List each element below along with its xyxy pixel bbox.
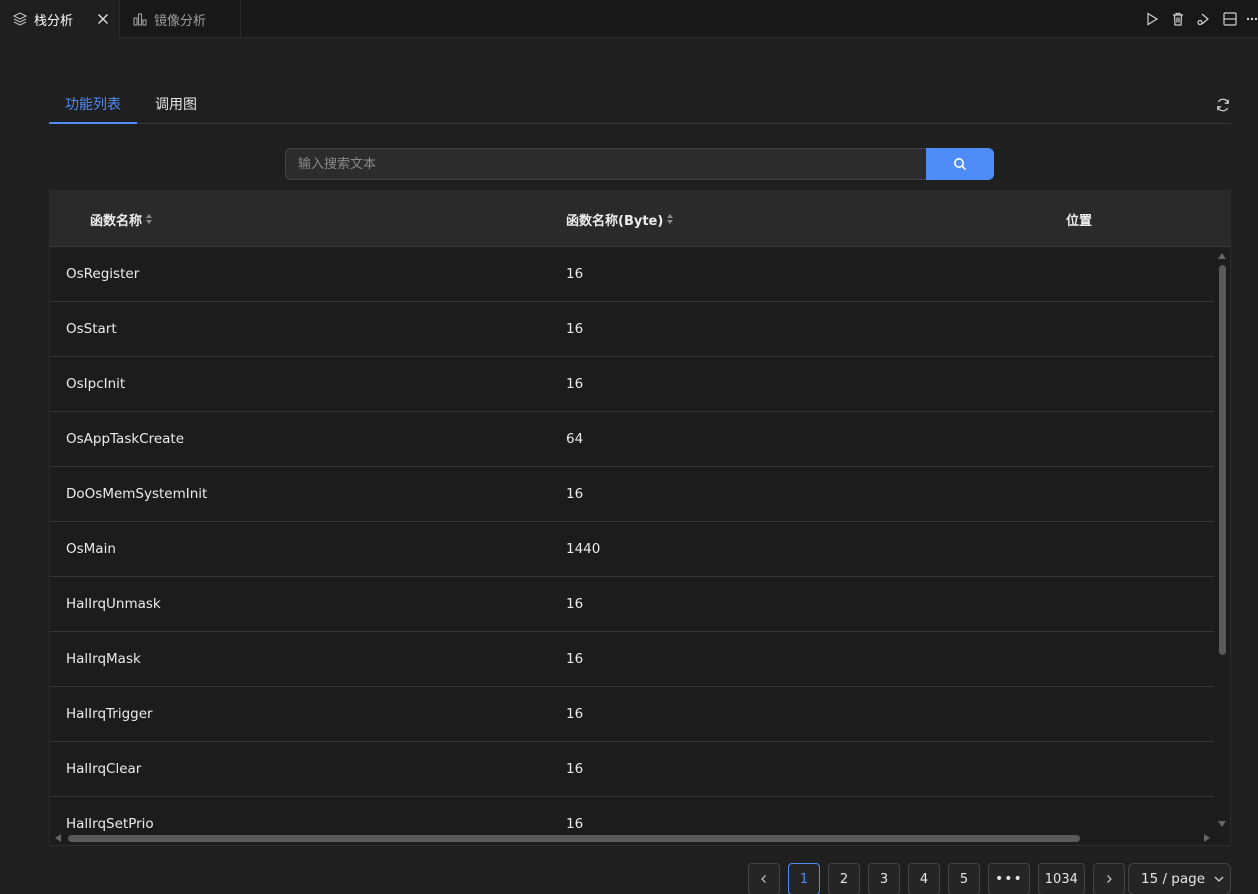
horizontal-scrollbar[interactable] — [50, 831, 1230, 845]
sort-icon[interactable] — [146, 214, 153, 224]
table-header: 函数名称 函数名称(Byte) 位置 — [50, 191, 1230, 247]
cell-size: 1440 — [566, 541, 601, 557]
table-row[interactable]: OsAppTaskCreate 64 — [50, 412, 1216, 467]
cell-function-name: OsAppTaskCreate — [66, 431, 185, 447]
cell-function-name: HalIrqMask — [66, 651, 141, 667]
run-icon[interactable] — [1144, 11, 1160, 27]
page-button-2[interactable]: 2 — [828, 863, 860, 894]
next-page-button[interactable] — [1092, 863, 1125, 894]
page-size-value: 15 / page — [1141, 871, 1206, 887]
cell-size: 16 — [566, 321, 584, 337]
cell-function-name: OsMain — [66, 541, 116, 557]
cell-size: 16 — [566, 266, 584, 282]
tab-label: 栈分析 — [34, 13, 74, 29]
cell-size: 16 — [566, 486, 584, 502]
page-button-5[interactable]: 5 — [948, 863, 980, 894]
table-row[interactable]: HalIrqMask 16 — [50, 632, 1216, 687]
cell-function-name: OsIpcInit — [66, 376, 126, 392]
cell-size: 16 — [566, 596, 584, 612]
cell-function-name: HalIrqUnmask — [66, 596, 161, 612]
cell-size: 64 — [566, 431, 584, 447]
cell-size: 16 — [566, 706, 584, 722]
cell-function-name: OsStart — [66, 321, 117, 337]
cell-size: 16 — [566, 376, 584, 392]
page-button-last[interactable]: 1034 — [1037, 863, 1085, 894]
chevron-down-icon — [1213, 873, 1225, 885]
page-button-3[interactable]: 3 — [868, 863, 900, 894]
scroll-right-icon[interactable] — [1204, 834, 1210, 842]
scrollbar-thumb[interactable] — [1219, 265, 1226, 655]
editor-tab-bar: 栈分析 镜像分析 — [0, 0, 1258, 38]
function-table: 函数名称 函数名称(Byte) 位置 OsRegister 16 OsStart 1… — [49, 190, 1231, 846]
prev-page-button[interactable] — [748, 863, 780, 894]
tab-call-graph[interactable]: 调用图 — [139, 88, 213, 124]
cell-function-name: DoOsMemSystemInit — [66, 486, 208, 502]
column-header-function-name[interactable]: 函数名称 — [90, 191, 153, 247]
editor-actions — [1134, 11, 1258, 27]
split-editor-icon[interactable] — [1222, 11, 1238, 27]
layers-icon — [12, 11, 28, 27]
search-bar — [285, 148, 994, 180]
close-icon[interactable] — [95, 11, 111, 27]
search-icon — [953, 157, 967, 171]
cell-function-name: HalIrqClear — [66, 761, 142, 777]
table-row[interactable]: DoOsMemSystemInit 16 — [50, 467, 1216, 522]
table-row[interactable]: HalIrqTrigger 16 — [50, 687, 1216, 742]
column-header-size[interactable]: 函数名称(Byte) — [566, 191, 674, 247]
trash-icon[interactable] — [1170, 11, 1186, 27]
tab-image-analysis[interactable]: 镜像分析 — [120, 0, 241, 38]
page-size-select[interactable]: 15 / page — [1128, 863, 1231, 894]
column-header-location: 位置 — [1066, 213, 1093, 229]
cell-size: 16 — [566, 761, 584, 777]
open-changes-icon[interactable] — [1196, 11, 1212, 27]
scroll-up-icon[interactable] — [1218, 253, 1226, 259]
sub-tab-bar: 功能列表 调用图 — [49, 88, 1231, 124]
table-row[interactable]: OsIpcInit 16 — [50, 357, 1216, 412]
table-row[interactable]: OsRegister 16 — [50, 247, 1216, 302]
scroll-left-icon[interactable] — [55, 834, 61, 842]
search-button[interactable] — [926, 148, 994, 180]
table-row[interactable]: OsMain 1440 — [50, 522, 1216, 577]
search-input[interactable] — [285, 148, 926, 180]
page-button-4[interactable]: 4 — [908, 863, 940, 894]
vertical-scrollbar[interactable] — [1214, 247, 1230, 833]
ellipsis-button[interactable]: ••• — [988, 863, 1030, 894]
refresh-icon[interactable] — [1215, 97, 1231, 113]
page-button-1[interactable]: 1 — [788, 863, 820, 894]
scroll-down-icon[interactable] — [1218, 821, 1226, 827]
tab-stack-analysis[interactable]: 栈分析 — [0, 0, 120, 38]
tab-function-list[interactable]: 功能列表 — [49, 88, 137, 124]
chevron-left-icon — [759, 874, 769, 884]
table-body: OsRegister 16 OsStart 16 OsIpcInit 16 OsApp… — [50, 247, 1216, 845]
pagination: 1 2 3 4 5 ••• 1034 — [748, 863, 1133, 894]
table-row[interactable]: OsStart 16 — [50, 302, 1216, 357]
sort-icon[interactable] — [667, 214, 674, 224]
bar-chart-icon — [132, 11, 148, 27]
cell-function-name: OsRegister — [66, 266, 140, 282]
scrollbar-thumb[interactable] — [68, 835, 1080, 842]
cell-size: 16 — [566, 651, 584, 667]
chevron-right-icon — [1104, 874, 1114, 884]
more-icon[interactable] — [1246, 11, 1258, 27]
cell-function-name: HalIrqTrigger — [66, 706, 153, 722]
tab-label: 镜像分析 — [154, 13, 207, 29]
table-row[interactable]: HalIrqUnmask 16 — [50, 577, 1216, 632]
table-row[interactable]: HalIrqClear 16 — [50, 742, 1216, 797]
